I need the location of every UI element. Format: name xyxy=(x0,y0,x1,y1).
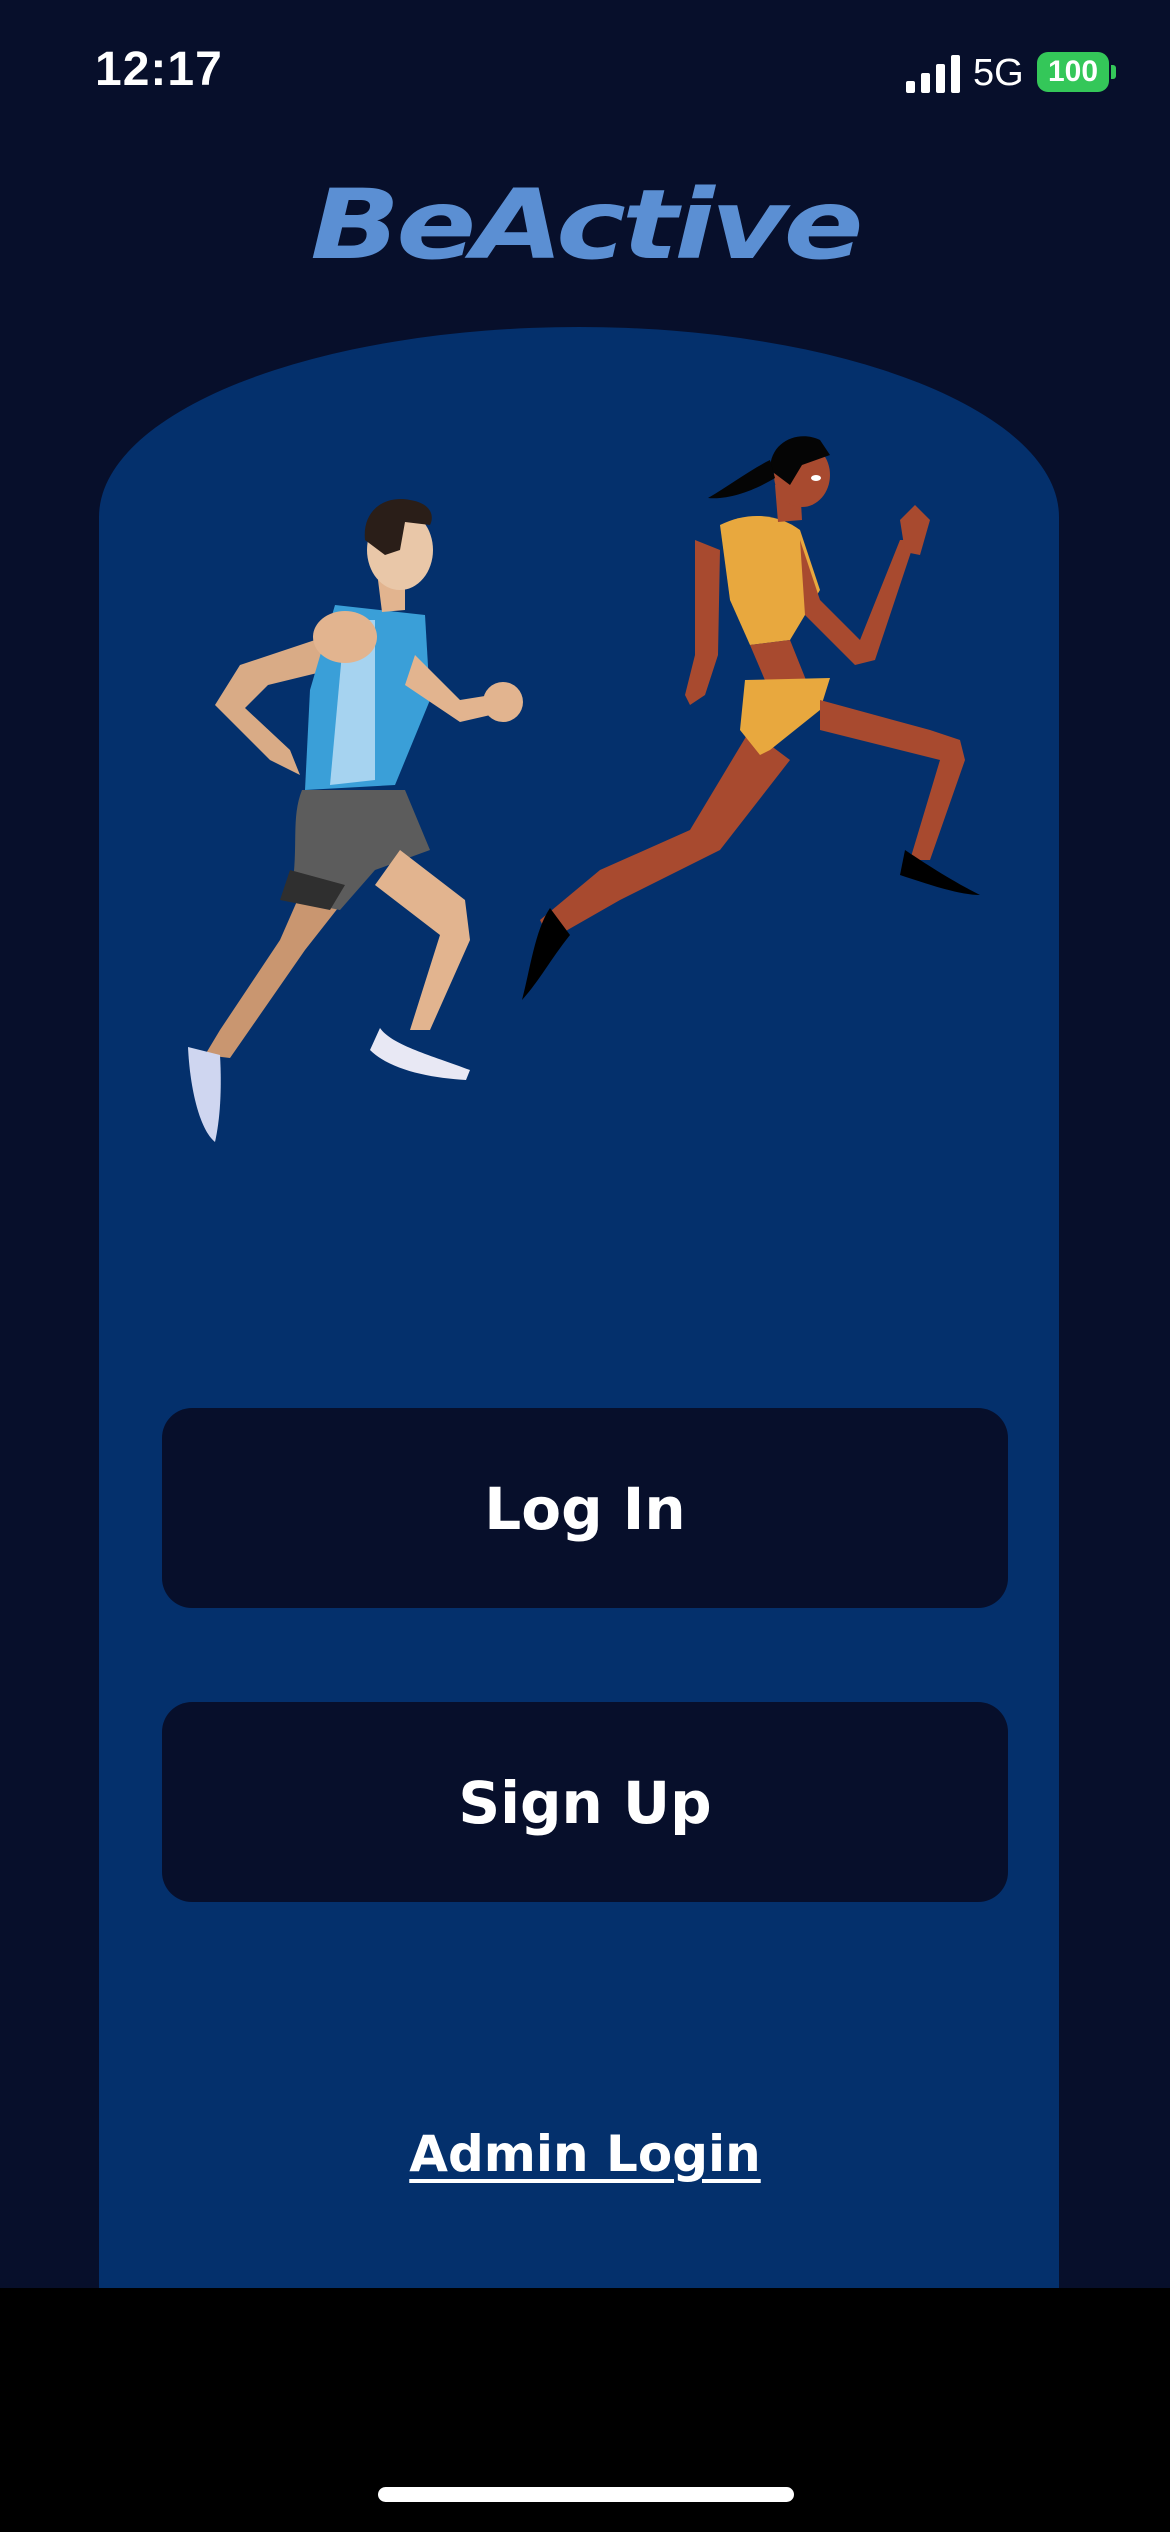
admin-login-link[interactable]: Admin Login xyxy=(0,2125,1170,2183)
status-bar: 12:17 5G 100 xyxy=(0,0,1170,150)
login-button[interactable]: Log In xyxy=(162,1408,1008,1608)
welcome-screen: 12:17 5G 100 BeActive Log In Sign Up Adm… xyxy=(0,0,1170,2532)
status-time: 12:17 xyxy=(95,43,223,96)
battery-icon: 100 xyxy=(1037,52,1117,92)
battery-tip xyxy=(1111,65,1116,79)
home-indicator[interactable] xyxy=(378,2487,794,2502)
network-type-label: 5G xyxy=(973,52,1024,94)
app-logo: BeActive xyxy=(310,168,863,282)
runners-illustration xyxy=(188,436,980,1142)
cellular-signal-icon xyxy=(906,55,960,93)
male-runner-figure xyxy=(188,499,523,1142)
female-runner-figure xyxy=(522,436,980,1000)
signup-button[interactable]: Sign Up xyxy=(162,1702,1008,1902)
battery-level: 100 xyxy=(1047,55,1099,88)
